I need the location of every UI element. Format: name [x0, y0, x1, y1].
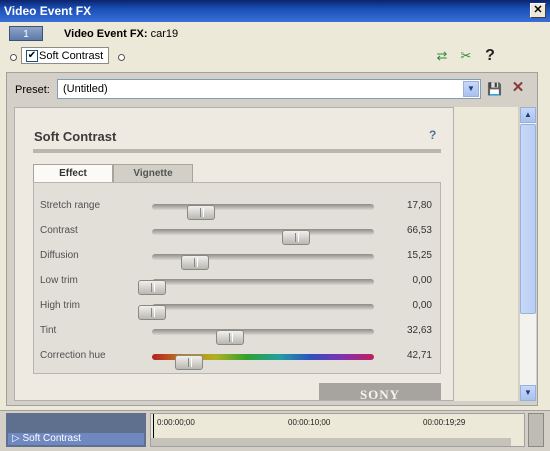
heading-divider: [33, 149, 441, 153]
slider-track[interactable]: [138, 279, 374, 295]
slider-row-stretch-range: Stretch range 17,80: [34, 197, 442, 220]
title-bar: Video Event FX ✕: [0, 0, 550, 22]
plugin-panel: Preset: (Untitled) ▼ 💾 ✕ Soft Contrast ?…: [6, 72, 538, 406]
chain-number-button[interactable]: 1: [9, 26, 43, 41]
window-title: Video Event FX: [4, 4, 92, 18]
timeline-scrollbar[interactable]: [528, 413, 544, 447]
sony-logo: SONY: [319, 383, 441, 400]
chain-end-dot: [118, 54, 125, 61]
slider-row-diffusion: Diffusion 15,25: [34, 247, 442, 270]
slider-value: 0,00: [412, 300, 432, 311]
keyframe-lane[interactable]: [151, 438, 511, 446]
slider-label: Tint: [40, 325, 57, 336]
slider-label: Stretch range: [40, 200, 101, 211]
timecode-start: 0:00:00;00: [157, 418, 195, 427]
slider-value: 66,53: [406, 225, 432, 236]
plugin-ui-area: Soft Contrast ? Effect Vignette Stretch …: [14, 107, 454, 401]
plugin-name: Soft Contrast: [39, 50, 104, 62]
slider-value: 0,00: [412, 275, 432, 286]
vertical-scrollbar[interactable]: ▲ ▼: [520, 107, 536, 401]
track-item-soft-contrast[interactable]: ▷ Soft Contrast: [8, 433, 144, 445]
timecode-mid: 00:00:10;00: [288, 418, 331, 427]
slider-track[interactable]: [138, 304, 374, 320]
delete-preset-icon[interactable]: ✕: [511, 80, 525, 95]
slider-label: Correction hue: [40, 350, 106, 361]
chain-start-dot: [10, 54, 17, 61]
slider-row-correction-hue: Correction hue 42,71: [34, 347, 442, 370]
plugin-heading: Soft Contrast: [34, 129, 117, 144]
slider-thumb[interactable]: [138, 305, 166, 320]
slider-label: Contrast: [40, 225, 78, 236]
plugin-chain-icon[interactable]: ⇄: [434, 48, 450, 64]
timeline-ruler[interactable]: 0:00:00;00 00:00:10;00 00:00:19;29: [150, 413, 525, 447]
keyframe-track-list: ▷ Soft Contrast: [6, 413, 146, 447]
slider-row-contrast: Contrast 66,53: [34, 222, 442, 245]
remove-plugin-icon[interactable]: ✂: [458, 48, 474, 64]
preset-value: (Untitled): [63, 83, 108, 95]
slider-thumb[interactable]: [138, 280, 166, 295]
keyframe-timeline: ▷ Soft Contrast 0:00:00;00 00:00:10;00 0…: [0, 410, 550, 451]
slider-label: Low trim: [40, 275, 78, 286]
scroll-thumb[interactable]: [520, 124, 536, 314]
chain-event-name: car19: [150, 28, 179, 40]
slider-thumb[interactable]: [181, 255, 210, 270]
slider-label: Diffusion: [40, 250, 79, 261]
plugin-ui-margin: [454, 107, 518, 401]
plugin-enable-checkbox[interactable]: ✔: [26, 50, 38, 62]
preset-label: Preset:: [15, 84, 50, 96]
chain-title: Video Event FX: car19: [64, 28, 178, 40]
plugin-soft-contrast[interactable]: ✔ Soft Contrast: [21, 47, 109, 64]
fx-chain-header: 1 Video Event FX: car19: [0, 24, 550, 44]
slider-track[interactable]: [152, 254, 374, 270]
slider-row-high-trim: High trim 0,00: [34, 297, 442, 320]
slider-track[interactable]: [152, 229, 374, 245]
slider-track[interactable]: [152, 204, 374, 220]
help-icon[interactable]: ?: [482, 48, 498, 64]
slider-value: 32,63: [406, 325, 432, 336]
slider-thumb[interactable]: [216, 330, 245, 345]
tab-vignette[interactable]: Vignette: [113, 164, 193, 183]
timecode-end: 00:00:19;29: [423, 418, 466, 427]
slider-thumb[interactable]: [281, 230, 310, 245]
track-label: Soft Contrast: [22, 433, 81, 444]
plugin-help-icon[interactable]: ?: [429, 128, 436, 142]
preset-dropdown[interactable]: (Untitled) ▼: [57, 79, 481, 99]
effect-tab-panel: Stretch range 17,80 Contrast 66,53 Diffu…: [33, 182, 441, 374]
slider-track[interactable]: [152, 329, 374, 345]
slider-thumb[interactable]: [175, 355, 204, 370]
scroll-down-icon[interactable]: ▼: [520, 385, 536, 401]
expand-arrow-icon[interactable]: ▷: [12, 433, 20, 444]
slider-value: 15,25: [406, 250, 432, 261]
slider-value: 17,80: [406, 200, 432, 211]
slider-label: High trim: [40, 300, 81, 311]
slider-row-tint: Tint 32,63: [34, 322, 442, 345]
chain-label: Video Event FX:: [64, 28, 148, 40]
chevron-down-icon[interactable]: ▼: [463, 81, 479, 97]
scroll-up-icon[interactable]: ▲: [520, 107, 536, 123]
slider-row-low-trim: Low trim 0,00: [34, 272, 442, 295]
slider-thumb[interactable]: [186, 205, 215, 220]
tab-effect[interactable]: Effect: [33, 164, 113, 183]
slider-value: 42,71: [406, 350, 432, 361]
close-button[interactable]: ✕: [530, 3, 546, 18]
save-preset-icon[interactable]: 💾: [487, 82, 502, 96]
hue-slider-track[interactable]: [152, 354, 374, 370]
plugin-chain-row: ✔ Soft Contrast ⇄ ✂ ?: [0, 46, 550, 68]
close-icon: ✕: [533, 4, 543, 16]
